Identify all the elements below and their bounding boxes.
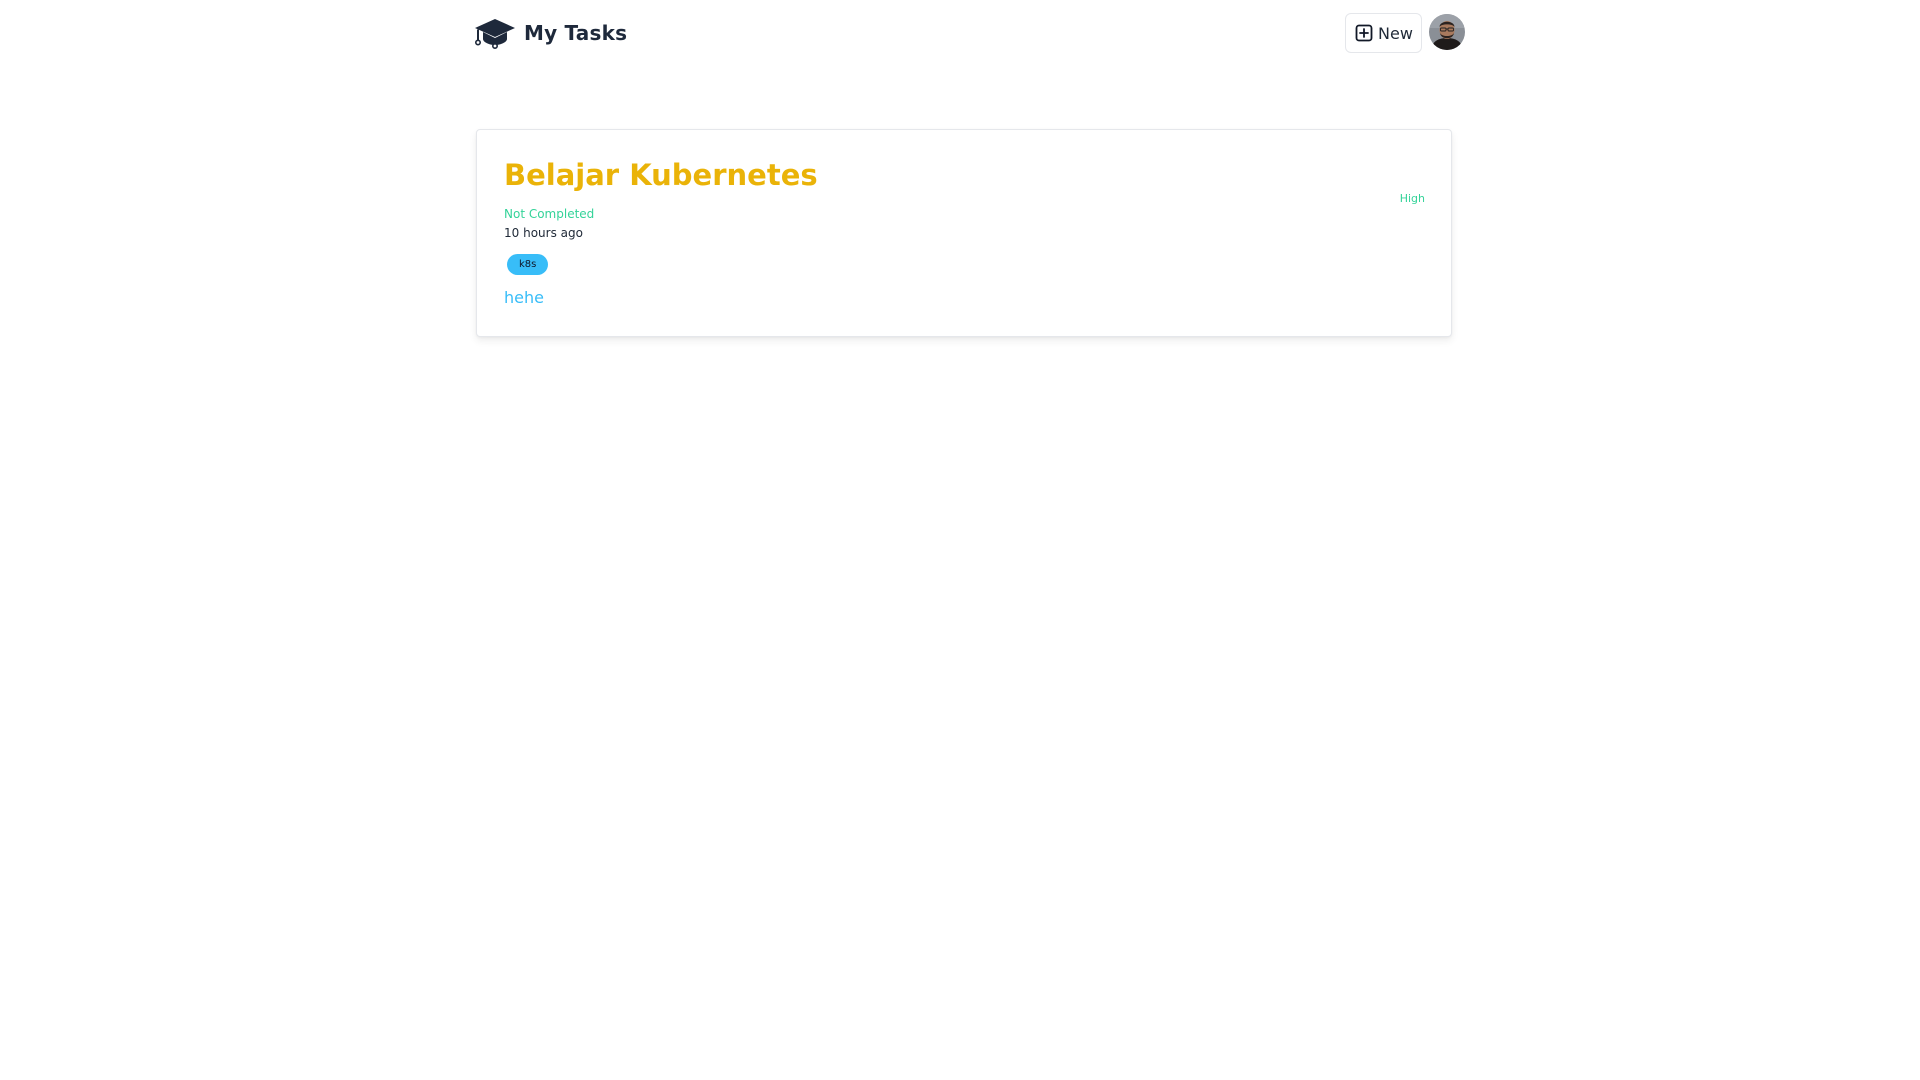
task-description: hehe: [504, 288, 544, 307]
graduation-cap-icon: [474, 19, 515, 49]
task-card[interactable]: Belajar Kubernetes Not Completed 10 hour…: [476, 129, 1452, 337]
user-avatar[interactable]: [1429, 14, 1465, 50]
app-title: My Tasks: [524, 21, 628, 45]
brand-link[interactable]: My Tasks: [474, 17, 627, 49]
task-priority: High: [1399, 192, 1425, 205]
task-tag[interactable]: k8s: [507, 254, 549, 275]
task-status: Not Completed: [504, 207, 595, 221]
plus-square-icon: [1355, 24, 1373, 42]
app-header: My Tasks New: [474, 12, 1465, 56]
avatar-image: [1429, 14, 1465, 50]
task-title[interactable]: Belajar Kubernetes: [504, 158, 818, 192]
task-timestamp: 10 hours ago: [504, 226, 583, 240]
new-task-button[interactable]: New: [1345, 13, 1422, 53]
new-button-label: New: [1378, 23, 1413, 43]
